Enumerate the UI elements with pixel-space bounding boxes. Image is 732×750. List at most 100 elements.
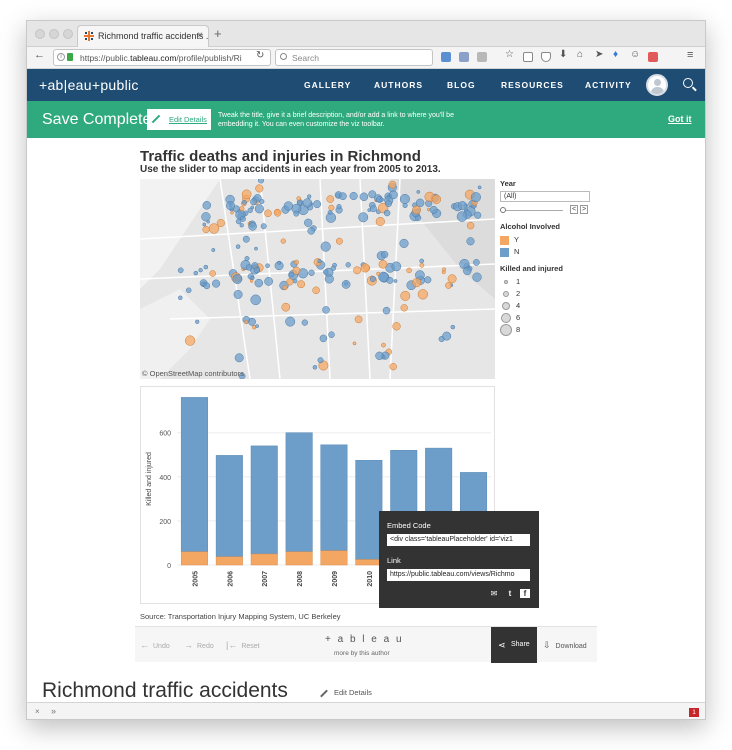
minimize-window-button[interactable] (49, 29, 59, 39)
map-marker[interactable] (466, 221, 475, 230)
map-marker[interactable] (419, 262, 425, 268)
map-marker[interactable] (244, 320, 249, 325)
map-marker[interactable] (211, 248, 216, 252)
bar-n-2007[interactable] (250, 445, 278, 555)
close-window-button[interactable] (35, 29, 45, 39)
nav-resources[interactable]: RESOURCES (501, 80, 564, 90)
map-marker[interactable] (442, 331, 452, 341)
map-marker[interactable] (474, 211, 482, 219)
map-marker[interactable] (255, 184, 264, 193)
map-marker[interactable] (203, 282, 211, 290)
map-marker[interactable] (185, 287, 192, 294)
map-marker[interactable] (349, 191, 358, 201)
map-marker[interactable] (389, 363, 397, 371)
map-marker[interactable] (445, 282, 452, 289)
got-it-link[interactable]: Got it (668, 114, 692, 124)
map-marker[interactable] (293, 210, 300, 217)
edit-details-button[interactable]: Edit Details (147, 109, 211, 130)
nav-activity[interactable]: ACTIVITY (585, 80, 632, 90)
nav-blog[interactable]: BLOG (447, 80, 476, 90)
map-credit[interactable]: © OpenStreetMap contributors (142, 369, 244, 378)
map-marker[interactable] (233, 290, 243, 299)
map-marker[interactable] (424, 276, 432, 284)
map-marker[interactable] (216, 218, 225, 228)
map-marker[interactable] (336, 204, 342, 210)
facebook-icon[interactable]: f (520, 589, 530, 598)
map-marker[interactable] (301, 319, 308, 326)
alcohol-legend-item-y[interactable]: Y (500, 234, 595, 246)
map-marker[interactable] (307, 227, 315, 235)
reload-icon[interactable]: ↻ (256, 50, 264, 61)
map-marker[interactable] (202, 201, 212, 210)
alcohol-legend-item-n[interactable]: N (500, 246, 595, 258)
map-marker[interactable] (234, 353, 244, 363)
map-marker[interactable] (383, 209, 391, 217)
map-marker[interactable] (232, 274, 243, 284)
map-marker[interactable] (292, 278, 298, 284)
map-marker[interactable] (230, 210, 234, 215)
map-marker[interactable] (359, 192, 369, 202)
undo-button[interactable]: ← Undo (140, 640, 170, 650)
map-marker[interactable] (463, 266, 472, 276)
map-marker[interactable] (382, 306, 391, 315)
map-marker[interactable] (280, 238, 286, 244)
pocket-save-icon[interactable] (541, 52, 551, 62)
downloads-icon[interactable]: ⬇ (559, 49, 567, 60)
map-marker[interactable] (282, 285, 288, 291)
reading-list-icon[interactable] (523, 52, 533, 62)
map-marker[interactable] (177, 267, 184, 274)
map-marker[interactable] (477, 185, 482, 190)
map-marker[interactable] (339, 192, 347, 201)
tableau-public-logo[interactable]: +ab|eau+public (39, 77, 139, 93)
map-marker[interactable] (330, 265, 336, 271)
map-marker[interactable] (203, 264, 209, 270)
map-marker[interactable] (335, 237, 343, 245)
map-marker[interactable] (242, 235, 250, 243)
slider-prev-button[interactable]: < (570, 205, 578, 214)
new-tab-button[interactable]: + (214, 26, 222, 41)
map-marker[interactable] (317, 258, 322, 264)
pocket-icon[interactable] (441, 52, 451, 62)
map-marker[interactable] (312, 286, 320, 295)
search-input[interactable]: Search (275, 49, 433, 66)
map-marker[interactable] (393, 279, 398, 283)
map-marker[interactable] (264, 277, 273, 286)
abp-icon[interactable] (648, 52, 658, 62)
map-marker[interactable] (341, 280, 351, 289)
map-marker[interactable] (400, 304, 408, 312)
reset-button[interactable]: |← Reset (226, 640, 260, 650)
map-marker[interactable] (313, 200, 322, 209)
drop-icon[interactable]: ♦ (613, 49, 618, 60)
map-marker[interactable] (255, 324, 259, 328)
map-marker[interactable] (239, 223, 244, 228)
map-marker[interactable] (385, 200, 392, 208)
bar-n-2006[interactable] (215, 455, 243, 558)
map-marker[interactable] (325, 212, 337, 223)
map-marker[interactable] (289, 272, 295, 278)
map-marker[interactable] (450, 324, 456, 330)
send-icon[interactable]: ➤ (595, 49, 603, 60)
map-marker[interactable] (328, 204, 335, 211)
bar-n-2009[interactable] (320, 444, 348, 551)
map-marker[interactable] (193, 270, 199, 276)
map-marker[interactable] (283, 201, 294, 211)
map-marker[interactable] (285, 316, 296, 327)
bar-y-2007[interactable] (250, 553, 278, 566)
map-marker[interactable] (312, 365, 318, 370)
map-marker[interactable] (178, 295, 183, 301)
map-marker[interactable] (415, 198, 425, 208)
redo-button[interactable]: → Redo (184, 640, 214, 650)
map-marker[interactable] (375, 216, 385, 227)
map-marker[interactable] (265, 263, 270, 268)
year-slider[interactable]: < > (500, 204, 595, 216)
nav-gallery[interactable]: GALLERY (304, 80, 351, 90)
map-marker[interactable] (260, 223, 267, 230)
close-icon[interactable]: × (35, 707, 40, 716)
menu-icon[interactable]: ≡ (687, 49, 693, 61)
extension-icon[interactable] (459, 52, 469, 62)
nav-authors[interactable]: AUTHORS (374, 80, 423, 90)
map-marker[interactable] (307, 194, 312, 199)
map-marker[interactable] (375, 351, 384, 360)
map-marker[interactable] (369, 205, 377, 213)
map-marker[interactable] (206, 219, 210, 224)
